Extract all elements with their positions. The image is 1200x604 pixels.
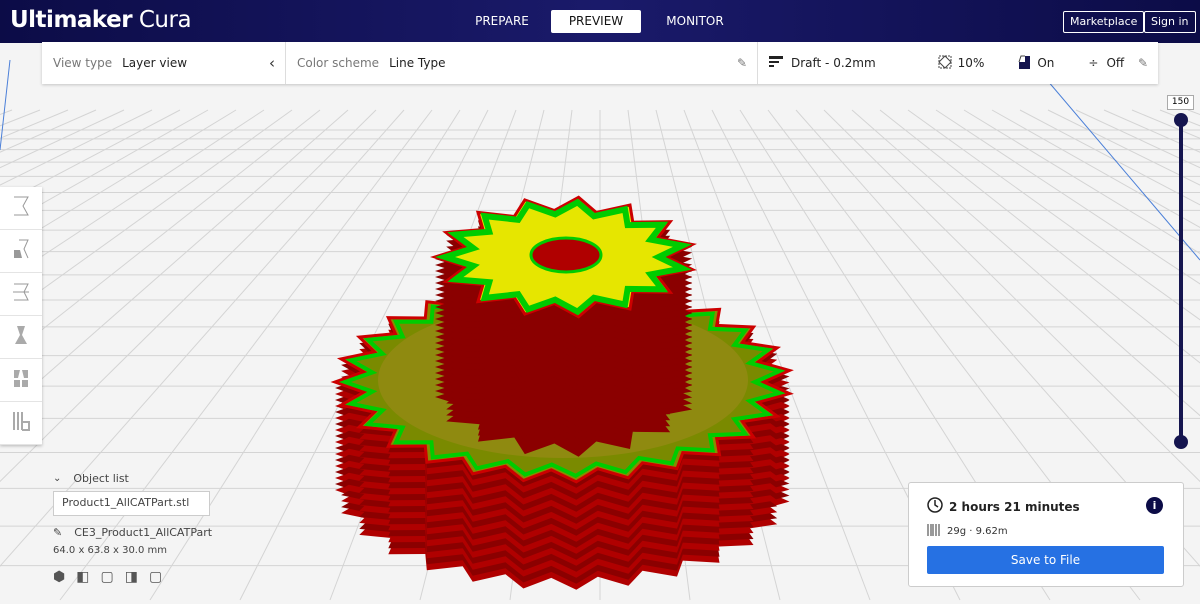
small-gear-bore — [529, 236, 603, 274]
print-info-panel: 2 hours 21 minutes i 29g · 9.62m Save to… — [908, 482, 1184, 587]
app-logo: Ultimaker Cura — [10, 7, 192, 33]
adhesion-value: Off — [1106, 56, 1125, 70]
object-list-toggle[interactable]: ⌄ Object list — [53, 472, 212, 485]
scale-icon — [11, 238, 31, 264]
pencil-icon: ✎ — [736, 56, 747, 70]
color-scheme-label: Color scheme — [297, 56, 380, 70]
object-list-panel: ⌄ Object list Product1_AllCATPart.stl ✎ … — [53, 472, 212, 585]
job-name: CE3_Product1_AllCATPart — [74, 526, 213, 539]
mirror-icon — [11, 324, 31, 350]
object-dimensions: 64.0 x 63.8 x 30.0 mm — [53, 545, 168, 556]
info-icon[interactable]: i — [1146, 497, 1163, 514]
pencil-icon: ✎ — [1137, 56, 1148, 70]
tab-preview[interactable]: PREVIEW — [551, 10, 641, 33]
rotate-tool-button[interactable] — [0, 273, 42, 316]
top-view-icon[interactable]: ▢ — [100, 569, 113, 585]
mirror-tool-button[interactable] — [0, 316, 42, 359]
left-view-icon[interactable]: ◨ — [125, 569, 138, 585]
profile-value: Draft - 0.2mm — [791, 56, 876, 70]
view-type-label: View type — [53, 56, 113, 70]
support-blocker-icon — [11, 410, 31, 436]
rotate-icon — [11, 281, 31, 307]
color-scheme-selector[interactable]: Color scheme Line Type ✎ — [286, 42, 758, 84]
scale-tool-button[interactable] — [0, 230, 42, 273]
3d-view-icon[interactable]: ⬢ — [53, 569, 65, 585]
support-value: On — [1037, 56, 1055, 70]
tab-prepare[interactable]: PREPARE — [457, 10, 547, 33]
chevron-left-icon: ‹ — [269, 54, 275, 72]
support-icon — [1017, 55, 1031, 72]
marketplace-button[interactable]: Marketplace — [1063, 11, 1145, 33]
view-type-value: Layer view — [122, 56, 188, 70]
left-toolbar — [0, 187, 42, 445]
object-list-header: Object list — [73, 472, 129, 485]
print-time: 2 hours 21 minutes — [949, 499, 1080, 514]
per-model-settings-icon — [11, 367, 31, 393]
support-blocker-button[interactable] — [0, 402, 42, 445]
header: Ultimaker Cura PREPARE PREVIEW MONITOR M… — [0, 0, 1200, 43]
object-list-item[interactable]: Product1_AllCATPart.stl — [53, 491, 210, 516]
view-toolbar: View type Layer view ‹ Color scheme Line… — [42, 42, 1158, 84]
move-icon — [11, 195, 31, 221]
print-settings-selector[interactable]: Draft - 0.2mm 10% On ÷ Off ✎ — [758, 42, 1158, 84]
front-view-icon[interactable]: ◧ — [76, 569, 89, 585]
per-model-settings-button[interactable] — [0, 359, 42, 402]
clock-icon — [927, 497, 943, 516]
infill-value: 10% — [957, 56, 985, 70]
job-name-field[interactable]: ✎ CE3_Product1_AllCATPart — [53, 526, 212, 539]
layer-slider-bottom-handle[interactable] — [1174, 435, 1188, 449]
material-icon — [927, 523, 941, 540]
right-view-icon[interactable]: ▢ — [149, 569, 162, 585]
adhesion-icon: ÷ — [1088, 56, 1099, 70]
layer-number-field[interactable]: 150 — [1167, 95, 1194, 110]
pencil-icon: ✎ — [53, 526, 63, 539]
layer-slider-track[interactable] — [1179, 120, 1183, 442]
material-usage: 29g · 9.62m — [947, 526, 1008, 537]
color-scheme-value: Line Type — [389, 56, 446, 70]
profile-icon — [769, 55, 783, 71]
chevron-down-icon: ⌄ — [53, 473, 62, 484]
save-to-file-button[interactable]: Save to File — [927, 546, 1164, 574]
move-tool-button[interactable] — [0, 187, 42, 230]
infill-icon — [937, 54, 952, 72]
layer-slider-top-handle[interactable] — [1174, 113, 1188, 127]
tab-monitor[interactable]: MONITOR — [650, 10, 740, 33]
sign-in-button[interactable]: Sign in — [1144, 11, 1196, 33]
view-type-selector[interactable]: View type Layer view ‹ — [42, 42, 286, 84]
